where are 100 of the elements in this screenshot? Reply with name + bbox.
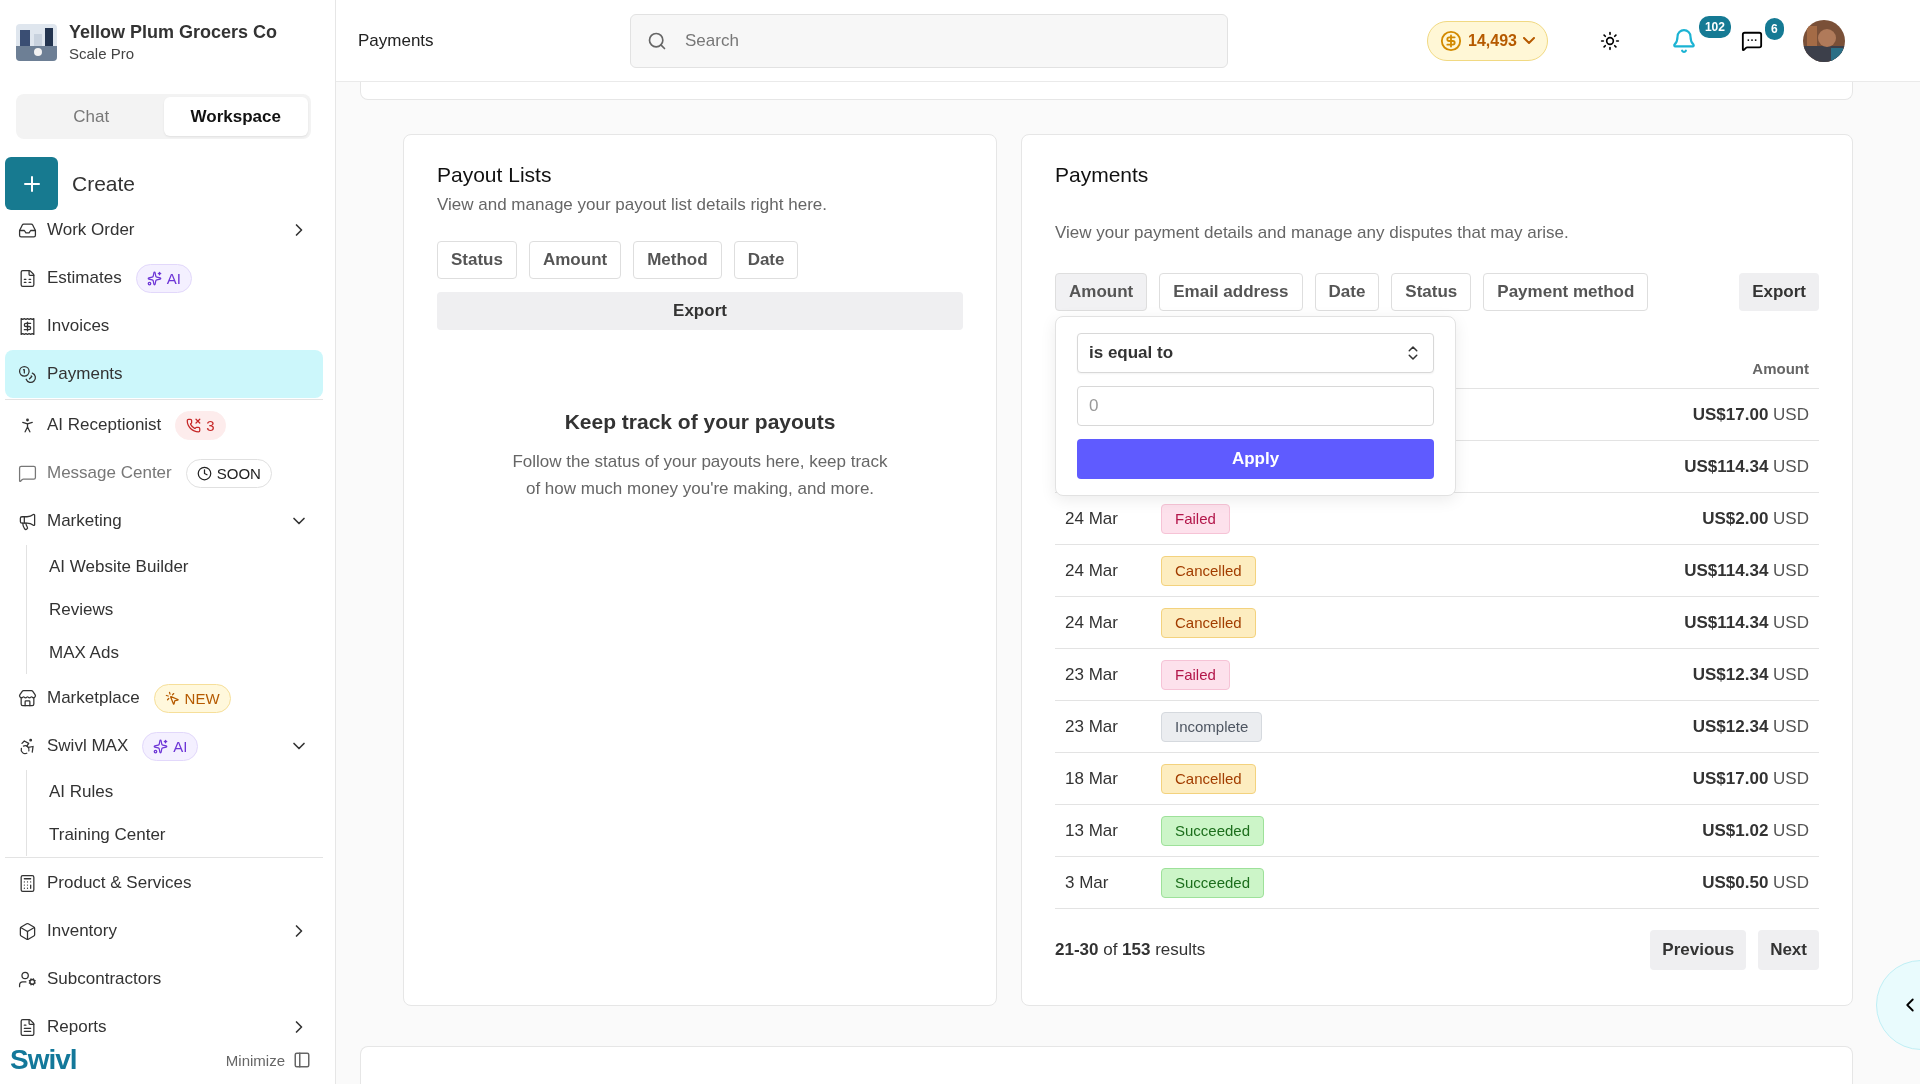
sidebar-subitem[interactable]: Training Center [49, 813, 323, 856]
sidebar-item[interactable]: Invoices [5, 302, 323, 350]
filter-button[interactable]: Email address [1159, 273, 1303, 311]
company-name: Yellow Plum Grocers Co [69, 22, 278, 43]
coin-balance[interactable]: 14,493 [1427, 20, 1548, 61]
status-tag: Succeeded [1161, 867, 1265, 898]
status-tag: Incomplete [1161, 711, 1263, 742]
coins-icon [18, 364, 37, 384]
page-button[interactable]: Next [1758, 930, 1819, 970]
empty-title: Keep track of your payouts [564, 410, 836, 434]
sparkle-icon [153, 738, 169, 754]
card-title: Payments [1055, 163, 1150, 187]
status-tag: Cancelled [1161, 555, 1256, 586]
coin-icon [1440, 29, 1462, 52]
sidebar-item[interactable]: Swivl MAX AI [5, 722, 323, 770]
date-cell-text: 18 Mar [1065, 768, 1119, 789]
sidebar-item[interactable]: Work Order [5, 206, 323, 254]
document-icon [18, 1017, 37, 1036]
sidebar-subitem[interactable]: AI Rules [49, 770, 323, 813]
minimize-button[interactable]: Minimize [225, 1051, 311, 1069]
badge: AI [142, 731, 199, 761]
missed-call-icon [186, 417, 202, 433]
badge: SOON [185, 458, 272, 488]
sparkle-icon [146, 270, 162, 286]
export-button[interactable]: Export [1739, 273, 1819, 311]
sidebar-subitem[interactable]: AI Website Builder [49, 545, 323, 588]
card-title: Payout Lists [437, 163, 553, 187]
chat-bubble-icon [1740, 29, 1763, 52]
amount-cell: US$12.34 USD [1692, 664, 1809, 685]
date-cell-text: 23 Mar [1065, 664, 1119, 685]
amount-cell: US$114.34 USD [1684, 456, 1809, 477]
date-cell-text: 24 Mar [1065, 560, 1119, 581]
clock-icon [196, 465, 212, 481]
filter-button[interactable]: Method [633, 241, 722, 279]
sidebar-subitem[interactable]: MAX Ads [49, 631, 323, 674]
amount-cell: US$17.00 USD [1692, 768, 1809, 789]
filter-button[interactable]: Amount [528, 241, 622, 279]
card-subtitle: View your payment details and manage any disputes that may arise. [1055, 223, 1570, 243]
sidebar-item[interactable]: Inventory [5, 907, 323, 955]
operator-select[interactable]: is equal to [1077, 333, 1434, 373]
status-tag: Succeeded [1161, 815, 1265, 846]
mode-tab[interactable]: Chat [19, 97, 164, 136]
date-cell-text: 23 Mar [1065, 716, 1119, 737]
badge: 3 [175, 410, 226, 440]
amount-cell: US$12.34 USD [1692, 716, 1809, 737]
apply-button[interactable]: Apply [1077, 439, 1434, 479]
column-header: Amount [1752, 360, 1809, 377]
status-tag: Failed [1161, 503, 1230, 534]
sidebar-item[interactable]: Marketplace NEW [5, 674, 323, 722]
search-field[interactable]: Search [630, 13, 1228, 68]
sidebar-item[interactable]: Reports [5, 1003, 323, 1036]
date-cell-text: 13 Mar [1065, 820, 1119, 841]
mode-tab[interactable]: Workspace [163, 97, 308, 136]
plan-name: Scale Pro [69, 45, 136, 62]
store-icon [18, 688, 37, 708]
sidebar-item[interactable]: Product & Services [5, 859, 323, 907]
amount-cell: US$114.34 USD [1684, 560, 1809, 581]
amount-cell: US$1.02 USD [1702, 820, 1809, 841]
filter-button[interactable]: Status [437, 241, 517, 279]
page-button[interactable]: Previous [1650, 930, 1747, 970]
value-input[interactable]: 0 [1077, 386, 1434, 426]
messages-button[interactable] [1740, 29, 1763, 52]
panel-icon [293, 1051, 311, 1069]
badge: NEW [153, 683, 231, 713]
sidebar-item[interactable]: AI Receptionist 3 [5, 401, 323, 449]
filter-button[interactable]: Status [1391, 273, 1472, 311]
filter-button[interactable]: Amount [1055, 273, 1148, 311]
empty-text: Follow the status of your payouts here, keep track of how much money you're making, and more. [511, 451, 889, 500]
message-count: 6 [1762, 15, 1786, 42]
sidebar-subitem[interactable]: Reviews [49, 588, 323, 631]
date-cell-text: 3 Mar [1065, 872, 1110, 893]
status-tag: Failed [1161, 659, 1230, 690]
create-button[interactable] [5, 157, 58, 210]
card-subtitle: View and manage your payout list details right here. [437, 195, 828, 215]
page-title: Payments [358, 30, 435, 51]
date-cell-text: 24 Mar [1065, 508, 1119, 529]
bell-icon [1670, 27, 1697, 54]
sun-icon [1599, 30, 1620, 51]
document-icon [18, 268, 37, 288]
pointer-click-icon [164, 690, 180, 706]
sidebar-item[interactable]: Estimates AI [5, 254, 323, 302]
calculator-icon [18, 873, 37, 893]
date-cell-text: 24 Mar [1065, 612, 1119, 633]
sidebar-item[interactable]: Subcontractors [5, 955, 323, 1003]
filter-button[interactable]: Date [733, 241, 799, 279]
create-label[interactable]: Create [72, 171, 136, 196]
filter-button[interactable]: Payment method [1483, 273, 1649, 311]
sidebar-item[interactable]: Marketing [5, 497, 323, 545]
results-summary: 21-30 of 153 results [1055, 940, 1207, 960]
amount-cell: US$114.34 USD [1684, 612, 1809, 633]
amount-cell: US$2.00 USD [1702, 508, 1809, 529]
megaphone-icon [18, 511, 37, 531]
filter-button[interactable]: Date [1314, 273, 1380, 311]
sidebar-item[interactable]: Payments [5, 350, 323, 398]
receipt-icon [18, 316, 37, 336]
notification-count: 102 [1696, 13, 1733, 40]
status-tag: Cancelled [1161, 763, 1256, 794]
export-button[interactable]: Export [437, 292, 963, 330]
badge: AI [135, 263, 192, 293]
brand-logo: Swivl [10, 1044, 77, 1076]
